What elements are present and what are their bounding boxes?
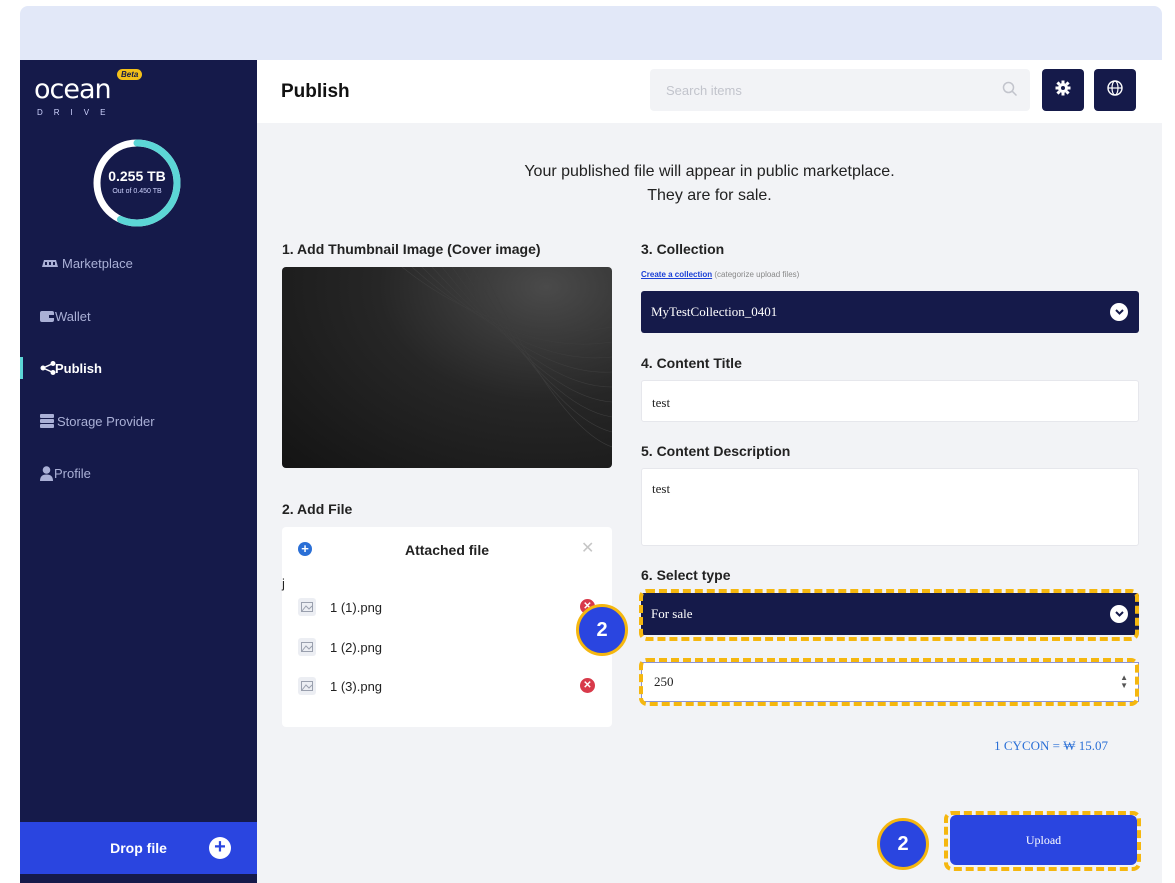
server-icon xyxy=(20,414,60,428)
thumbnail-dropzone[interactable] xyxy=(282,267,612,468)
search-icon[interactable] xyxy=(1002,81,1018,102)
file-name: 1 (1).png xyxy=(330,599,383,615)
content-description-textarea[interactable]: test xyxy=(641,468,1139,546)
search-input[interactable]: Search items xyxy=(650,69,1030,111)
share-icon xyxy=(20,361,60,375)
stray-text: j xyxy=(282,576,285,591)
logo-sub: DRIVE xyxy=(37,108,117,117)
create-collection-hint: (categorize upload files) xyxy=(714,270,800,279)
marketplace-icon xyxy=(20,258,60,268)
notice-line-1: Your published file will appear in publi… xyxy=(524,163,895,180)
image-file-icon xyxy=(298,638,316,656)
globe-icon xyxy=(1107,79,1123,101)
language-button[interactable] xyxy=(1094,69,1136,111)
select-type-label: 6. Select type xyxy=(641,567,731,583)
highlight-upload xyxy=(944,811,1141,871)
sidebar-item-profile[interactable]: Profile xyxy=(20,458,257,488)
file-row: 1 (3).png ✕ xyxy=(298,675,598,697)
chevron-down-icon xyxy=(1110,303,1128,321)
plus-icon: + xyxy=(209,837,231,859)
sidebar: ocean Beta DRIVE 0.255 TB Out of 0.450 T… xyxy=(20,60,257,883)
drop-file-button[interactable]: Drop file + xyxy=(20,822,257,874)
create-collection-row: Create a collection (categorize upload f… xyxy=(641,270,799,279)
content-title-input[interactable]: test xyxy=(641,380,1139,422)
storage-gauge: 0.255 TB Out of 0.450 TB xyxy=(92,138,182,228)
search-placeholder: Search items xyxy=(666,83,742,98)
file-name: 1 (3).png xyxy=(330,678,383,694)
highlight-price-input xyxy=(639,658,1139,706)
collection-select[interactable]: MyTestCollection_0401 xyxy=(641,291,1139,333)
image-file-icon xyxy=(298,598,316,616)
sidebar-item-storage-provider[interactable]: Storage Provider xyxy=(20,406,257,436)
image-file-icon xyxy=(298,677,316,695)
sidebar-item-marketplace[interactable]: Marketplace xyxy=(20,248,257,278)
notice-line-2: They are for sale. xyxy=(647,187,772,204)
logo[interactable]: ocean Beta DRIVE xyxy=(34,68,144,118)
sidebar-item-label: Publish xyxy=(55,360,102,376)
close-icon[interactable]: ✕ xyxy=(581,538,594,558)
content-description-label: 5. Content Description xyxy=(641,443,791,459)
page-title: Publish xyxy=(281,81,350,102)
sidebar-item-publish[interactable]: Publish xyxy=(20,353,257,383)
exchange-rate: 1 CYCON = ₩ 15.07 xyxy=(994,738,1108,753)
highlight-type-select xyxy=(639,589,1139,641)
collection-value: MyTestCollection_0401 xyxy=(651,304,778,319)
top-band xyxy=(20,6,1162,60)
create-collection-link[interactable]: Create a collection xyxy=(641,270,712,279)
beta-badge: Beta xyxy=(117,69,143,80)
publish-notice: Your published file will appear in publi… xyxy=(257,160,1162,208)
storage-total: Out of 0.450 TB xyxy=(112,188,162,195)
sidebar-item-wallet[interactable]: Wallet xyxy=(20,301,257,331)
app-frame: ocean Beta DRIVE 0.255 TB Out of 0.450 T… xyxy=(20,60,1162,883)
drop-file-label: Drop file xyxy=(110,840,167,856)
file-name: 1 (2).png xyxy=(330,639,383,655)
content-title-label: 4. Content Title xyxy=(641,355,742,371)
file-row: 1 (2).png xyxy=(298,636,598,658)
thumbnail-label: 1. Add Thumbnail Image (Cover image) xyxy=(282,241,541,257)
sidebar-item-label: Marketplace xyxy=(62,255,133,271)
settings-button[interactable] xyxy=(1042,69,1084,111)
header: Publish Search items xyxy=(257,60,1162,123)
file-row: 1 (1).png ✕ xyxy=(298,596,598,618)
attached-files-panel: + Attached file ✕ j 1 (1).png ✕ 1 (2).pn… xyxy=(282,527,612,727)
attached-file-title: Attached file xyxy=(404,542,489,558)
remove-file-icon[interactable]: ✕ xyxy=(580,678,595,693)
collection-label: 3. Collection xyxy=(641,241,725,257)
gear-icon xyxy=(1055,80,1071,101)
logo-word: ocean xyxy=(34,74,112,105)
add-file-label: 2. Add File xyxy=(282,501,353,517)
sidebar-item-label: Profile xyxy=(54,465,91,481)
thumbnail-image xyxy=(401,267,612,448)
step-badge: 2 xyxy=(877,818,929,870)
storage-used: 0.255 TB xyxy=(108,168,166,184)
sidebar-item-label: Wallet xyxy=(55,308,91,324)
sidebar-item-label: Storage Provider xyxy=(57,413,155,429)
step-badge: 2 xyxy=(576,604,628,656)
wallet-icon xyxy=(20,310,60,322)
